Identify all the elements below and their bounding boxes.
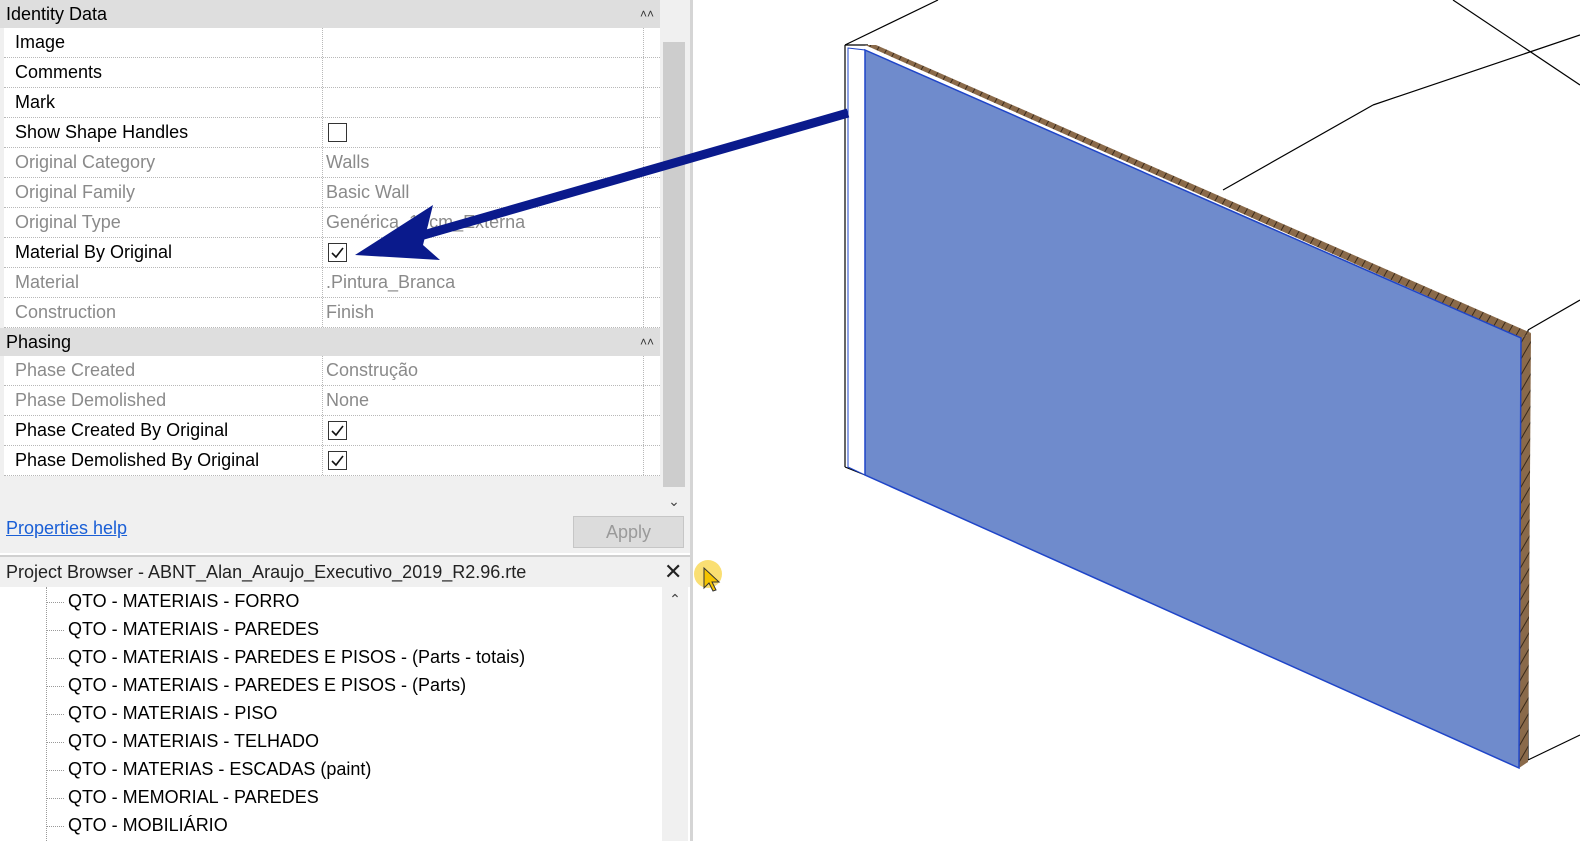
mouse-cursor: [690, 556, 726, 601]
annotation-arrow: [355, 108, 850, 260]
